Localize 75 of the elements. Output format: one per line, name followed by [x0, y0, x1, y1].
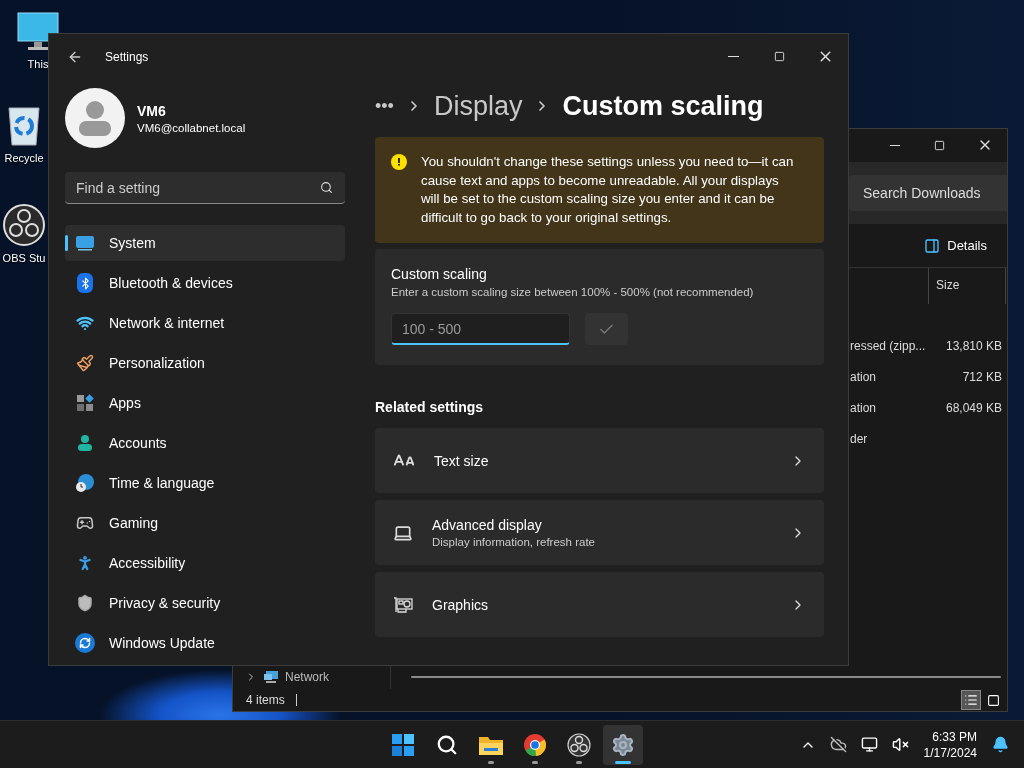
accessibility-icon — [76, 554, 94, 572]
maximize-icon — [773, 51, 785, 62]
table-cell-text: der — [850, 431, 869, 446]
search-icon — [436, 733, 458, 756]
sidebar-item[interactable]: Windows Update — [65, 625, 345, 661]
table-cell-text: 712 KB — [961, 369, 1002, 384]
maximize-icon — [934, 139, 945, 151]
sidebar-item[interactable]: Bluetooth & devices — [65, 265, 345, 301]
table-cell-text: 68,049 KB — [944, 400, 1002, 415]
taskbar-app[interactable] — [603, 724, 643, 765]
apps-icon — [76, 394, 94, 412]
recorder-icon — [567, 732, 591, 757]
input-field[interactable]: 100 - 500 — [391, 313, 570, 345]
settings-row[interactable]: Text size — [375, 428, 824, 493]
avatar — [65, 88, 125, 148]
sidebar-item[interactable]: Gaming — [65, 505, 345, 541]
user-name: VM6 — [137, 102, 167, 119]
warning-text: You shouldn't change these settings unless you need to—it can cause text and apps to become unreadable. All your displays will be set to the custom scaling size you enter and it can be difficult to go back to your original settings. — [421, 153, 795, 227]
table-cell-text: ressed (zipp... — [850, 338, 927, 353]
sidebar-item[interactable]: Time & language — [65, 465, 345, 501]
column-header[interactable]: Size — [928, 268, 1006, 304]
wifi-icon — [76, 314, 94, 332]
monitor-icon — [17, 12, 59, 52]
settings-row[interactable]: Graphics — [375, 572, 824, 637]
sidebar-item[interactable]: Accessibility — [65, 545, 345, 581]
bluetooth-icon — [77, 273, 93, 293]
settings-row[interactable]: Advanced display Display information, refresh rate — [375, 500, 824, 565]
card-description: Enter a custom scaling size between 100% - 500% (not recommended) — [391, 286, 755, 298]
settings-icon — [611, 732, 635, 757]
clock[interactable]: 6:33 PM 1/17/2024 — [923, 728, 977, 761]
breadcrumb-link[interactable]: ••• — [375, 95, 394, 117]
user-email: VM6@collabnet.local — [137, 121, 246, 134]
sidebar-item[interactable]: Network & internet — [65, 305, 345, 341]
sidebar-item[interactable]: Privacy & security — [65, 585, 345, 621]
card-title: Custom scaling — [391, 266, 488, 282]
search-icon — [320, 181, 333, 194]
details-button[interactable]: Details — [918, 233, 993, 258]
globe-clock-icon — [75, 473, 95, 493]
section-heading: Related settings — [375, 399, 485, 417]
table-cell-text: 13,810 KB — [944, 338, 1002, 353]
minimize-icon — [727, 56, 739, 57]
tree-item[interactable]: Network — [285, 669, 329, 684]
list-icon — [964, 693, 978, 707]
table-cell-text: ation — [850, 369, 878, 384]
status-text: 4 items — [246, 693, 286, 707]
icon-label: Recycle — [4, 152, 44, 164]
network-icon — [263, 669, 279, 684]
sidebar-item[interactable]: Accounts — [65, 425, 345, 461]
sidebar-item[interactable]: Personalization — [65, 345, 345, 381]
sidebar-item[interactable]: System — [65, 225, 345, 261]
recycle-bin-icon — [7, 104, 41, 146]
window-title: Settings — [105, 49, 150, 64]
details-view-button[interactable] — [961, 690, 981, 710]
icon-label: OBS Stu — [2, 252, 46, 264]
start-icon — [392, 733, 414, 756]
breadcrumb-link[interactable]: Display — [433, 90, 523, 122]
table-cell-text: ation — [850, 400, 878, 415]
icon-label: This — [27, 58, 49, 70]
monitor-icon — [75, 235, 95, 251]
graphics-card-icon — [393, 595, 413, 614]
sidebar-item[interactable]: Apps — [65, 385, 345, 421]
search-field[interactable]: Search Downloads — [849, 175, 1007, 211]
refresh-icon — [75, 633, 95, 653]
recorder-icon — [3, 204, 45, 246]
brush-icon — [76, 354, 94, 372]
shield-icon — [76, 594, 94, 612]
person-icon — [76, 434, 94, 452]
minimize-icon — [889, 144, 900, 146]
square-icon — [986, 693, 1000, 707]
page-title: Custom scaling — [562, 90, 764, 122]
warning-icon — [391, 154, 407, 170]
browser-icon — [523, 732, 547, 757]
search-field[interactable]: Find a setting — [65, 172, 345, 204]
gamepad-icon — [76, 514, 94, 532]
details-pane-icon — [924, 237, 941, 254]
